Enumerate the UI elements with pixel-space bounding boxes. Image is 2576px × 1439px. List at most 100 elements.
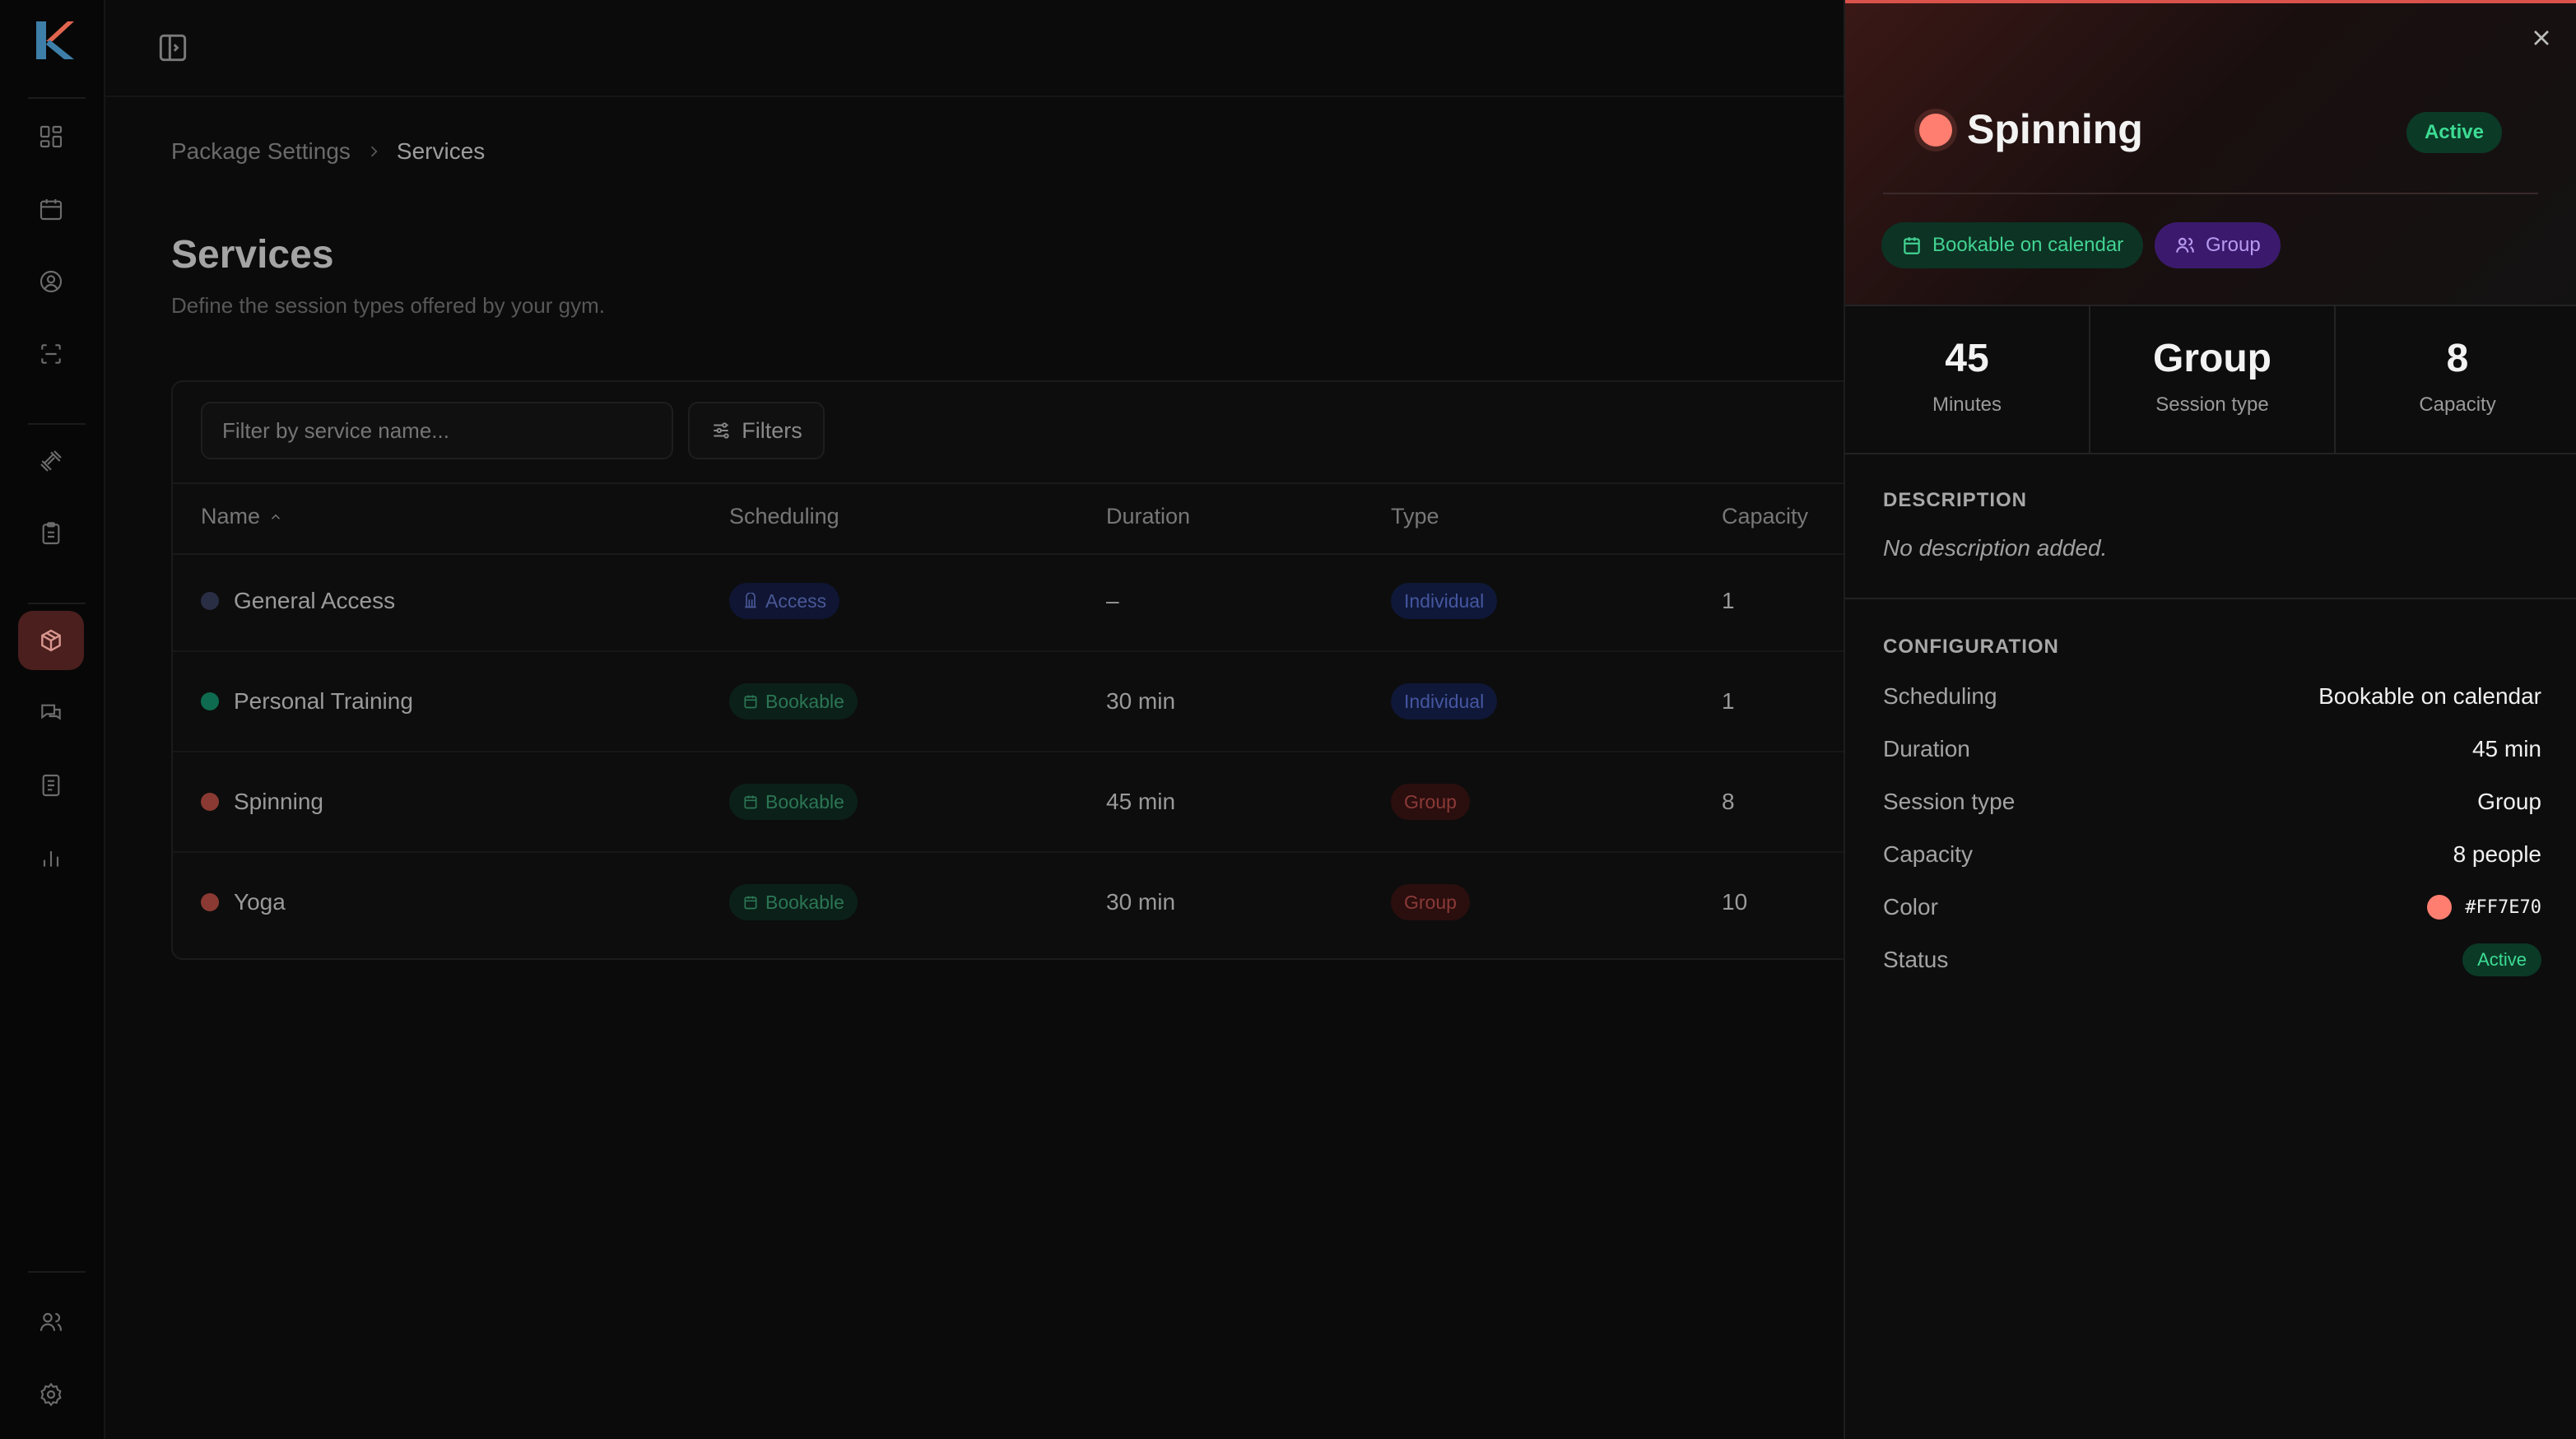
scheduling-chip: Access: [729, 583, 840, 619]
stat-duration: 45 Minutes: [1845, 306, 2089, 453]
config-key: Capacity: [1883, 841, 1973, 867]
section-divider: [1845, 598, 2576, 599]
stat-value: Group: [2153, 337, 2271, 380]
config-value: 8 people: [2453, 841, 2541, 867]
document-icon[interactable]: [18, 756, 84, 815]
config-key: Scheduling: [1883, 683, 1997, 709]
scan-icon[interactable]: [18, 324, 84, 384]
config-value: Group: [2477, 789, 2541, 814]
service-name: Spinning: [234, 789, 323, 814]
clipboard-icon[interactable]: [18, 504, 84, 563]
panel-header: Spinning Active Bookable on calendar Gro…: [1845, 0, 2576, 306]
main-content: Package Settings Services Services Defin…: [105, 0, 1870, 1439]
gear-icon[interactable]: [18, 1365, 84, 1424]
breadcrumb-parent[interactable]: Package Settings: [171, 138, 351, 165]
filters-button[interactable]: Filters: [688, 402, 825, 459]
config-row-capacity: Capacity 8 people: [1883, 838, 2541, 871]
table-row[interactable]: Personal Training Bookable 30 min Indivi…: [173, 652, 1868, 752]
config-key: Session type: [1883, 789, 2016, 814]
table-row[interactable]: Spinning Bookable 45 min Group 8: [173, 752, 1868, 853]
search-input[interactable]: [201, 402, 673, 459]
config-key: Status: [1883, 947, 1949, 972]
dumbbell-icon[interactable]: [18, 431, 84, 491]
page-title: Services: [171, 233, 334, 277]
calendar-icon: [744, 695, 757, 709]
sidebar-toggle-icon[interactable]: [155, 30, 191, 66]
column-header-scheduling[interactable]: Scheduling: [729, 504, 839, 529]
color-swatch: [2427, 895, 2453, 920]
description-text: No description added.: [1883, 535, 2108, 561]
sliders-icon: [714, 422, 729, 439]
config-row-session-type: Session type Group: [1883, 785, 2541, 818]
column-header-type[interactable]: Type: [1391, 504, 1439, 529]
stat-session-type: Group Session type: [2090, 306, 2334, 453]
duration-cell: 30 min: [1106, 688, 1176, 714]
scheduling-label: Bookable: [765, 690, 844, 712]
service-name-cell: Personal Training: [201, 652, 413, 751]
stat-value: 45: [1945, 337, 1989, 380]
service-name-cell: Spinning: [201, 752, 323, 851]
type-tag-label: Group: [2206, 234, 2261, 256]
column-header-duration[interactable]: Duration: [1106, 504, 1190, 529]
dashboard-icon[interactable]: [18, 107, 84, 166]
scheduling-chip: Bookable: [729, 683, 858, 720]
type-cell: Individual: [1391, 552, 1498, 650]
config-value: #FF7E70: [2427, 895, 2541, 920]
scheduling-chip: Bookable: [729, 784, 858, 820]
duration-cell: 45 min: [1106, 789, 1176, 814]
type-tag: Group: [2155, 222, 2281, 268]
capacity-cell: 1: [1722, 588, 1735, 613]
column-header-name[interactable]: Name: [201, 504, 283, 529]
top-bar: [105, 0, 1844, 97]
type-cell: Individual: [1391, 652, 1498, 751]
service-color-dot: [201, 793, 219, 811]
brand-logo[interactable]: [31, 18, 76, 63]
stats-row: 45 Minutes Group Session type 8 Capacity: [1845, 306, 2576, 454]
scheduling-cell: Bookable: [729, 752, 858, 851]
package-icon[interactable]: [18, 611, 84, 670]
users-icon[interactable]: [18, 1292, 84, 1352]
type-chip: Group: [1391, 884, 1470, 920]
config-row-duration: Duration 45 min: [1883, 733, 2541, 766]
calendar-icon[interactable]: [18, 179, 84, 239]
page-subtitle: Define the session types offered by your…: [171, 293, 606, 318]
rail-divider: [28, 1271, 86, 1273]
scheduling-cell: Bookable: [729, 652, 858, 751]
access-gate-icon: [745, 593, 756, 608]
status-badge: Active: [2462, 943, 2541, 976]
user-circle-icon[interactable]: [18, 252, 84, 311]
sort-ascending-icon: [272, 514, 281, 519]
capacity-cell: 1: [1722, 688, 1735, 714]
panel-title: Spinning: [1967, 106, 2143, 152]
table-row[interactable]: General Access Access – Individual 1: [173, 552, 1868, 652]
chat-icon[interactable]: [18, 683, 84, 743]
close-icon[interactable]: [2528, 25, 2555, 51]
description-heading: DESCRIPTION: [1883, 489, 2028, 511]
color-hex: #FF7E70: [2465, 896, 2541, 918]
status-badge: Active: [2406, 112, 2502, 153]
services-table-card: Filters Name Scheduling Duration Type Ca…: [171, 380, 1870, 960]
service-detail-panel: Spinning Active Bookable on calendar Gro…: [1844, 0, 2576, 1439]
bar-chart-icon[interactable]: [18, 828, 84, 887]
header-divider: [1883, 193, 2538, 194]
stat-label: Minutes: [1932, 394, 2002, 416]
configuration-heading: CONFIGURATION: [1883, 636, 2059, 658]
stat-value: 8: [2446, 337, 2469, 380]
breadcrumb: Package Settings Services: [171, 138, 485, 165]
rail-divider: [28, 97, 86, 99]
type-cell: Group: [1391, 752, 1470, 851]
scheduling-label: Bookable: [765, 891, 844, 913]
duration-cell: 30 min: [1106, 889, 1176, 915]
users-icon: [2176, 237, 2194, 253]
type-cell: Group: [1391, 853, 1470, 952]
stat-capacity: 8 Capacity: [2336, 306, 2576, 453]
config-value: 45 min: [2471, 736, 2541, 761]
calendar-icon: [1904, 237, 1920, 254]
scheduling-cell: Bookable: [729, 853, 858, 952]
scheduling-label: Access: [765, 589, 827, 612]
column-header-capacity[interactable]: Capacity: [1722, 504, 1808, 529]
table-row[interactable]: Yoga Bookable 30 min Group 10: [173, 853, 1868, 952]
duration-cell: –: [1106, 588, 1119, 613]
scheduling-cell: Access: [729, 552, 840, 650]
capacity-cell: 8: [1722, 789, 1735, 814]
